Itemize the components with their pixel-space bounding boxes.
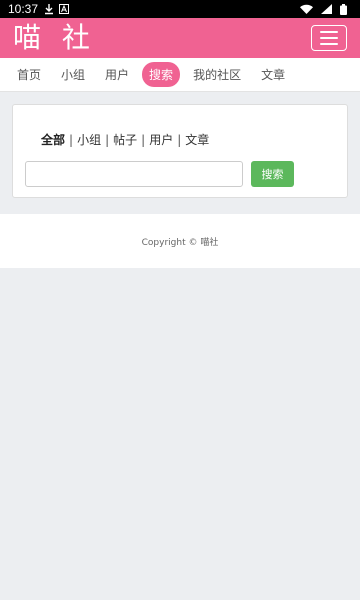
tab-search[interactable]: 搜索 — [142, 62, 181, 87]
signal-icon — [321, 4, 332, 14]
filter-separator: | — [69, 132, 74, 147]
copyright-text: Copyright © 喵社 — [141, 237, 219, 248]
tab-users[interactable]: 用户 — [98, 62, 136, 87]
tab-home[interactable]: 首页 — [10, 62, 48, 87]
tab-articles[interactable]: 文章 — [254, 62, 292, 87]
wifi-icon — [300, 4, 313, 14]
filter-separator: | — [105, 132, 110, 147]
notification-a-icon — [59, 4, 70, 14]
app-header: 喵 社 — [0, 18, 360, 58]
download-icon — [44, 3, 54, 15]
brand-logo[interactable]: 喵 社 — [13, 18, 96, 58]
menu-line — [320, 43, 338, 45]
filter-articles[interactable]: 文章 — [185, 131, 209, 148]
filter-posts[interactable]: 帖子 — [113, 131, 137, 148]
search-panel: 全部 | 小组 | 帖子 | 用户 | 文章 搜索 — [12, 104, 348, 198]
battery-icon — [340, 3, 347, 15]
search-input[interactable] — [25, 161, 243, 187]
filter-separator: | — [141, 132, 146, 147]
search-filter-bar: 全部 | 小组 | 帖子 | 用户 | 文章 — [41, 131, 209, 148]
filter-separator: | — [177, 132, 182, 147]
nav-tabs: 首页 小组 用户 搜索 我的社区 文章 — [0, 58, 360, 92]
tab-groups[interactable]: 小组 — [54, 62, 92, 87]
menu-line — [320, 37, 338, 39]
tab-my-community[interactable]: 我的社区 — [186, 62, 248, 87]
status-time: 10:37 — [8, 2, 39, 16]
filter-users[interactable]: 用户 — [149, 131, 173, 148]
status-bar: 10:37 — [0, 0, 360, 18]
search-button[interactable]: 搜索 — [251, 161, 294, 187]
filter-all[interactable]: 全部 — [41, 131, 65, 148]
menu-line — [320, 31, 338, 33]
filter-groups[interactable]: 小组 — [77, 131, 101, 148]
footer: Copyright © 喵社 — [0, 214, 360, 268]
hamburger-menu-icon[interactable] — [311, 25, 347, 51]
